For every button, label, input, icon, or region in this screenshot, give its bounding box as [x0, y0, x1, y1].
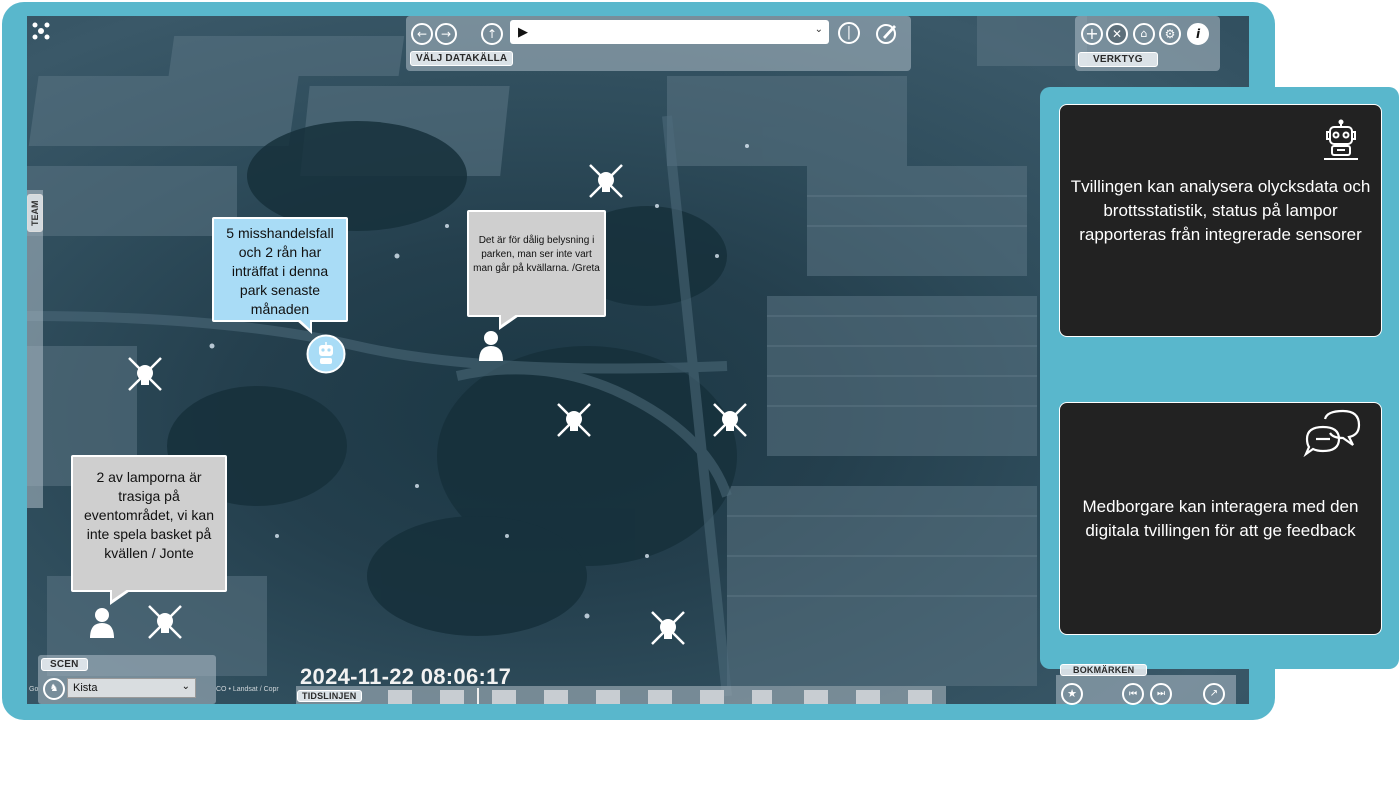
info-card-analysis: Tvillingen kan analysera olycksdata och … [1059, 104, 1382, 337]
team-tab[interactable]: TEAM [27, 194, 43, 232]
scene-value: Kista [73, 682, 98, 694]
tools-button[interactable]: VERKTYG [1078, 52, 1158, 67]
edit-pen-icon[interactable] [875, 21, 899, 45]
timeline-segment[interactable] [700, 690, 724, 704]
up-arrow-icon[interactable]: ↑ [481, 23, 503, 45]
scene-label: SCEN [41, 658, 88, 671]
gear-icon[interactable]: ⚙ [1159, 23, 1181, 45]
share-icon[interactable]: ↗ [1203, 683, 1225, 705]
analysis-text: Tvillingen kan analysera olycksdata och … [1070, 177, 1371, 244]
robot-icon [1319, 119, 1363, 163]
info-icon[interactable]: i [1187, 23, 1209, 45]
broken-lamp-icon[interactable] [125, 354, 165, 394]
timeline-label[interactable]: TIDSLINJEN [297, 690, 362, 702]
feedback-text: Medborgare kan interagera med den digita… [1082, 497, 1359, 540]
broken-lamp-icon[interactable] [145, 602, 185, 642]
team-sidebar: TEAM [27, 190, 43, 508]
add-icon[interactable]: + [1081, 23, 1103, 45]
timeline-segment[interactable] [388, 690, 412, 704]
forward-arrow-icon[interactable]: → [435, 23, 457, 45]
timeline-segment[interactable] [596, 690, 620, 704]
data-source-value: ▶ [518, 24, 528, 39]
person-greta-icon[interactable] [477, 329, 505, 361]
scene-select[interactable]: Kista ⌄ [67, 678, 196, 698]
choose-datasource-button[interactable]: VÄLJ DATAKÄLLA [410, 51, 514, 66]
broken-lamp-icon[interactable] [710, 400, 750, 440]
timeline-segment[interactable] [856, 690, 880, 704]
star-icon[interactable]: ★ [1061, 683, 1083, 705]
broken-lamp-icon[interactable] [648, 608, 688, 648]
broken-lamp-icon[interactable] [586, 161, 626, 201]
back-arrow-icon[interactable]: ← [411, 23, 433, 45]
timeline-segment[interactable] [752, 690, 772, 704]
chevron-down-icon: ⌄ [814, 24, 823, 35]
timeline-segment[interactable] [440, 690, 464, 704]
skip-back-icon[interactable]: ⏮ [1122, 683, 1144, 705]
timeline-cursor[interactable] [477, 688, 479, 704]
skip-forward-icon[interactable]: ⏭ [1150, 683, 1172, 705]
info-line-icon[interactable]: | [838, 22, 860, 44]
info-card-feedback: Medborgare kan interagera med den digita… [1059, 402, 1382, 635]
person-jonte-icon[interactable] [88, 606, 116, 638]
chat-icon [1303, 409, 1363, 458]
timeline-segment[interactable] [804, 690, 828, 704]
timeline-segment[interactable] [648, 690, 672, 704]
chevron-down-icon: ⌄ [181, 681, 190, 692]
attribution-middle: CO • Landsat / Copr [216, 686, 279, 693]
attribution-left: Go [29, 686, 39, 693]
scatter-logo-icon[interactable] [32, 22, 50, 40]
timeline-segment[interactable] [492, 690, 516, 704]
timeline-segment[interactable] [544, 690, 568, 704]
robot-callout: 5 misshandelsfall och 2 rån har inträffa… [212, 217, 348, 322]
measure-tool-icon[interactable]: ✕ [1106, 23, 1128, 45]
timeline-bar[interactable] [296, 686, 946, 704]
bookmarks-button[interactable]: BOKMÄRKEN [1060, 664, 1148, 676]
timeline-segment[interactable] [908, 690, 932, 704]
jonte-callout: 2 av lamporna är trasiga på eventområdet… [71, 455, 227, 592]
home-icon[interactable]: ⌂ [1133, 23, 1155, 45]
data-source-select[interactable]: ▶ ⌄ [510, 20, 829, 44]
robot-avatar-icon[interactable] [306, 334, 346, 374]
greta-callout: Det är för dålig belysning i parken, man… [467, 210, 606, 317]
scene-tree-icon[interactable]: ♞ [43, 678, 65, 700]
broken-lamp-icon[interactable] [554, 400, 594, 440]
